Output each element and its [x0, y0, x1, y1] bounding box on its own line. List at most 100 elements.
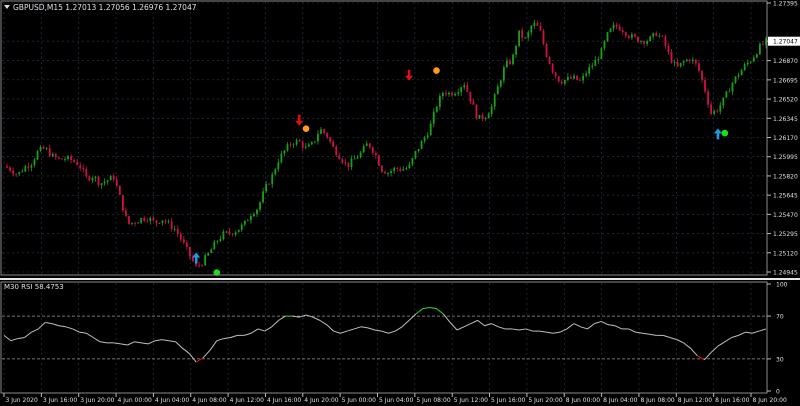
candle-body [57, 157, 60, 159]
candle-body [61, 158, 63, 160]
time-tick-label: 4 Jun 12:00 [230, 397, 264, 404]
candle-body [91, 178, 94, 181]
candle-body [131, 222, 133, 224]
candle-body [253, 214, 255, 217]
candle-body [417, 148, 420, 152]
candle-body [54, 153, 57, 158]
candle-body [362, 146, 365, 153]
candle-body [402, 169, 405, 171]
candle-body [70, 156, 72, 161]
candle-body [445, 92, 447, 95]
rsi-tick-label: 0 [776, 389, 780, 396]
candle-body [673, 61, 676, 63]
price-tick-label: 1.25295 [773, 231, 798, 238]
candle-body [228, 231, 231, 234]
candle-body [570, 76, 572, 79]
candle-body [630, 34, 633, 38]
candle-body [432, 111, 435, 124]
candle-body [499, 80, 502, 87]
symbol-info-text: GBPUSD,M15 1.27013 1.27056 1.26976 1.270… [13, 3, 197, 12]
time-tick-label: 3 Jun 20:00 [80, 397, 114, 404]
candle-body [530, 26, 533, 33]
candle-body [682, 61, 685, 63]
candle-body [539, 25, 542, 31]
candle-body [594, 59, 597, 66]
candle-body [79, 165, 82, 168]
candle-body [320, 129, 322, 134]
time-tick-label: 8 Jun 04:00 [603, 397, 637, 404]
candle-body [295, 140, 298, 145]
candle-body [27, 166, 30, 168]
symbol-info: GBPUSD,M15 1.27013 1.27056 1.26976 1.270… [4, 3, 197, 12]
candle-body [246, 220, 249, 222]
candle-body [600, 48, 603, 60]
candle-body [201, 265, 204, 266]
panel-separator[interactable] [0, 278, 800, 280]
time-tick-label: 8 Jun 12:00 [678, 397, 712, 404]
candle-body [33, 159, 36, 166]
price-tick-label: 1.26870 [773, 58, 798, 65]
candle-body [36, 150, 39, 160]
candle-body [475, 104, 478, 119]
candle-body [478, 114, 481, 119]
candle-body [387, 173, 389, 174]
candle-body [182, 239, 185, 243]
candle-body [640, 41, 642, 42]
exit-dot-icon [433, 67, 440, 74]
candle-body [548, 56, 551, 65]
time-tick-label: 5 Jun 08:00 [416, 397, 450, 404]
candle-body [82, 167, 85, 170]
candle-body [457, 92, 460, 94]
price-tick-label: 1.25120 [773, 250, 798, 257]
candle-body [621, 30, 624, 33]
candle-body [374, 153, 377, 156]
time-tick-label: 4 Jun 00:00 [118, 397, 152, 404]
price-tick-label: 1.26695 [773, 77, 798, 84]
candle-body [219, 239, 222, 241]
candle-body [536, 23, 539, 26]
candle-body [460, 87, 463, 93]
candle-body [655, 32, 658, 37]
candle-body [338, 155, 341, 160]
time-tick-label: 8 Jun 16:00 [715, 397, 749, 404]
candle-body [353, 158, 356, 160]
candle-body [286, 144, 289, 151]
candle-body [292, 144, 295, 146]
candle-body [67, 156, 69, 160]
candle-body [506, 60, 508, 68]
time-tick-label: 5 Jun 16:00 [491, 397, 525, 404]
candle-body [189, 247, 191, 257]
candle-body [731, 82, 734, 92]
time-tick-label: 8 Jun 20:00 [753, 397, 787, 404]
trading-chart[interactable]: GBPUSD,M15 1.27013 1.27056 1.26976 1.270… [0, 0, 800, 406]
candle-body [109, 175, 112, 181]
candle-body [313, 141, 316, 143]
candle-body [752, 57, 755, 62]
rsi-tick-label: 100 [776, 282, 788, 289]
candle-body [173, 228, 176, 230]
candle-body [627, 35, 630, 38]
time-tick-label: 3 Jun 2020 [6, 397, 38, 404]
candle-body [484, 117, 487, 120]
candle-body [271, 174, 274, 185]
candle-body [368, 143, 371, 148]
candle-body [749, 61, 752, 63]
rsi-label: M30 RSI 58.4753 [4, 283, 64, 291]
candle-body [301, 141, 304, 148]
candle-body [542, 30, 545, 44]
candle-body [743, 64, 746, 70]
candle-body [448, 92, 450, 95]
candle-body [551, 64, 554, 73]
candle-body [256, 209, 258, 215]
candle-body [73, 160, 76, 162]
candle-body [566, 76, 569, 80]
rsi-tick-label: 30 [776, 356, 784, 363]
candle-body [274, 169, 277, 175]
price-tick-label: 1.27395 [773, 1, 798, 8]
candle-body [344, 162, 347, 164]
time-tick-label: 4 Jun 04:00 [155, 397, 189, 404]
candle-body [12, 170, 15, 174]
candle-body [734, 76, 737, 83]
candle-body [94, 176, 97, 179]
candle-body [6, 166, 8, 168]
